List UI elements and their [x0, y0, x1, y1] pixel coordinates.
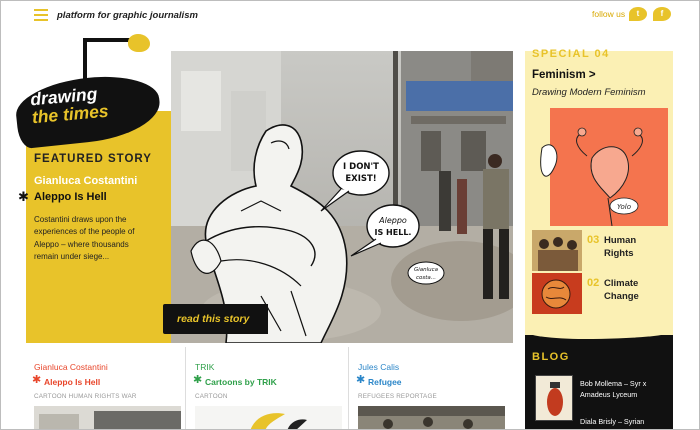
card-thumbnail[interactable]	[195, 406, 342, 429]
climate-change-thumbnail	[532, 273, 582, 314]
card-author[interactable]: Jules Calis	[358, 362, 399, 372]
story-card-3[interactable]: Jules Calis ✱ Refugee REFUGEES REPORTAGE	[350, 351, 505, 429]
follow-us-label: follow us	[592, 9, 626, 19]
page: platform for graphic journalism follow u…	[0, 0, 700, 430]
special-item-label: Climate Change	[604, 278, 639, 302]
signature-line-1: Gianluca	[414, 267, 439, 273]
star-icon: ✱	[356, 374, 366, 386]
special-title-text: Feminism	[532, 69, 586, 81]
special-image[interactable]: Yolo	[532, 108, 668, 226]
story-card-2[interactable]: TRIK ✱ Cartoons by TRIK CARTOON	[187, 351, 342, 429]
special-item-human-rights[interactable]: 03 Human Rights	[532, 230, 668, 271]
special-item-climate-change[interactable]: 02 Climate Change	[532, 273, 668, 314]
card-title[interactable]: Aleppo Is Hell	[44, 377, 100, 387]
logo-text[interactable]: drawing the times	[29, 84, 109, 128]
hero-image[interactable]: I DON'T EXIST! Aleppo IS HELL. Gianluca …	[171, 51, 513, 343]
blog-post-1[interactable]: Bob Mollema – Syr x Amadeus Lyceum	[580, 379, 672, 400]
card-author[interactable]: Gianluca Costantini	[34, 362, 108, 372]
card-divider	[348, 347, 349, 429]
star-icon: ✱	[18, 189, 29, 204]
bubble-1-line-2: EXIST!	[345, 174, 376, 184]
site-tagline: platform for graphic journalism	[57, 10, 198, 21]
special-subtitle: Drawing Modern Feminism	[532, 87, 646, 98]
menu-icon[interactable]	[34, 9, 48, 21]
featured-label: FEATURED STORY	[34, 153, 152, 165]
featured-title[interactable]: Aleppo Is Hell	[34, 191, 107, 203]
card-tags: REFUGEES REPORTAGE	[358, 393, 437, 400]
blog-heading: BLOG	[532, 351, 570, 363]
human-rights-thumbnail	[532, 230, 582, 271]
card-tags: CARTOON	[195, 393, 228, 400]
facebook-icon[interactable]: f	[653, 7, 671, 21]
card-thumbnail[interactable]	[34, 406, 181, 429]
card-title[interactable]: Refugee	[368, 377, 402, 387]
special-image-text: Yolo	[617, 203, 631, 211]
special-item-number: 03	[587, 234, 600, 246]
card-divider	[185, 347, 186, 429]
chevron-right-icon: >	[588, 69, 596, 81]
read-story-button[interactable]: read this story	[163, 304, 268, 334]
special-item-label: Human Rights	[604, 235, 637, 259]
bubble-1-line-1: I DON'T	[343, 162, 379, 172]
signature-line-2: costa...	[416, 275, 436, 281]
card-author[interactable]: TRIK	[195, 362, 214, 372]
featured-description: Costantini draws upon the experiences of…	[34, 215, 135, 261]
featured-author[interactable]: Gianluca Costantini	[34, 175, 137, 187]
special-item-number: 02	[587, 277, 600, 289]
bubble-2-line-1: Aleppo	[378, 216, 407, 225]
card-title[interactable]: Cartoons by TRIK	[205, 377, 277, 387]
card-thumbnail[interactable]	[358, 406, 505, 429]
bubble-2-line-2: IS HELL.	[375, 228, 412, 237]
top-bar: platform for graphic journalism follow u…	[1, 1, 699, 31]
blog-post-2[interactable]: Diala Brisly – Syrian	[580, 417, 672, 428]
card-tags: CARTOON HUMAN RIGHTS WAR	[34, 393, 137, 400]
star-icon: ✱	[32, 374, 42, 386]
special-title[interactable]: Feminism >	[532, 69, 596, 81]
blog-thumbnail[interactable]	[535, 375, 573, 421]
twitter-icon[interactable]: t	[629, 7, 647, 21]
story-card-1[interactable]: Gianluca Costantini ✱ Aleppo Is Hell CAR…	[26, 351, 181, 429]
logo-ink-drop	[128, 34, 150, 52]
special-heading: SPECIAL 04	[532, 48, 610, 60]
star-icon: ✱	[193, 374, 203, 386]
